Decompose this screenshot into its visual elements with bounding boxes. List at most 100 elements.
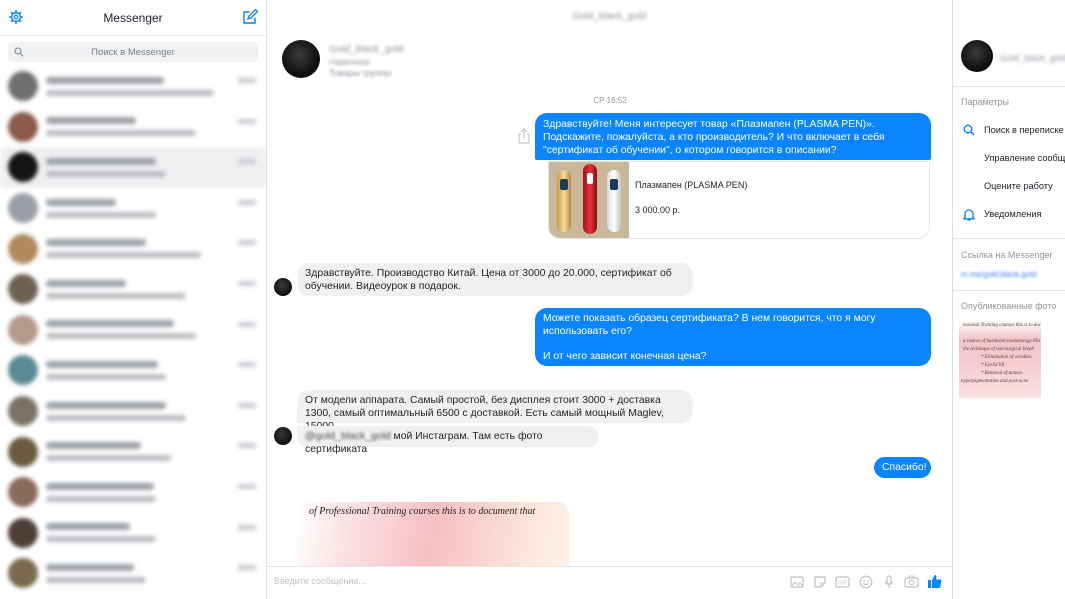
sidebar-header: Messenger	[0, 0, 266, 36]
conversation-title-bar: Gold_black_gold	[267, 0, 952, 32]
outgoing-message[interactable]: Можете показать образец сертификата? В н…	[535, 308, 931, 366]
microphone-icon[interactable]	[881, 574, 896, 589]
sidebar-search[interactable]	[8, 42, 258, 62]
like-icon[interactable]	[927, 574, 942, 589]
sticker-icon[interactable]	[812, 574, 827, 589]
photo-text-line: * Removal of tumors	[981, 371, 1023, 376]
photo-text-line: a course of hardware cosmetology Pla	[963, 339, 1040, 344]
avatar	[8, 436, 38, 467]
incoming-message[interactable]: Здравствуйте. Производство Китай. Цена о…	[297, 263, 693, 296]
conversation-item[interactable]	[0, 350, 266, 391]
details-pane: Gold_black_gold Параметры Поиск в перепи…	[952, 0, 1065, 599]
product-card[interactable]: Плазмапен (PLASMA PEN) 3 000.00 р.	[548, 161, 930, 239]
camera-icon[interactable]	[904, 574, 919, 589]
chat-header: Gold_black_gold Навичное Товары группы	[282, 40, 582, 82]
messenger-link[interactable]: m.me/gold.black.gold	[961, 270, 1037, 279]
image-attach-icon[interactable]	[789, 574, 804, 589]
details-header: Gold_black_gold	[953, 40, 1065, 80]
rate-service[interactable]: Оцените работу	[953, 175, 1065, 197]
avatar	[8, 396, 38, 427]
conversation-item[interactable]	[0, 431, 266, 472]
conversation-item[interactable]	[0, 391, 266, 432]
conversation-preview	[46, 279, 266, 299]
product-title: Плазмапен (PLASMA PEN)	[635, 180, 748, 190]
search-icon	[14, 47, 24, 57]
conversation-item[interactable]	[0, 513, 266, 554]
gif-icon[interactable]: GIF	[835, 574, 850, 589]
conversation-item[interactable]	[0, 310, 266, 351]
pen-image-red	[583, 164, 597, 234]
contact-avatar-small[interactable]	[274, 427, 292, 445]
conversation-preview	[46, 117, 266, 137]
divider	[953, 290, 1065, 291]
conversation-time	[238, 402, 256, 408]
conversation-time	[238, 362, 256, 368]
conversation-time	[238, 118, 256, 124]
search-in-conversation[interactable]: Поиск в переписке	[953, 119, 1065, 141]
message-input[interactable]	[274, 576, 574, 586]
message-text: И от чего зависит конечная цена?	[543, 351, 707, 362]
contact-avatar[interactable]	[961, 40, 993, 72]
svg-text:GIF: GIF	[838, 580, 848, 586]
conversation-item[interactable]	[0, 66, 266, 107]
avatar	[8, 477, 38, 508]
conversation-time	[238, 321, 256, 327]
menu-item-label: Управление сообщениями	[984, 153, 1065, 163]
contact-avatar[interactable]	[282, 40, 320, 78]
sidebar-title: Messenger	[103, 10, 163, 25]
message-text: Здравствуйте! Меня интересует товар «Пла…	[543, 119, 885, 156]
conversation-item[interactable]	[0, 228, 266, 269]
conversation-preview	[46, 442, 266, 462]
conversation-time	[238, 240, 256, 246]
pen-image-gold	[557, 170, 571, 232]
contact-name[interactable]: Gold_black_gold	[329, 44, 404, 55]
contact-name[interactable]: Gold_black_gold	[1000, 53, 1065, 63]
conversation-time	[238, 443, 256, 449]
photo-text-line: hyperpigmentation and post-acne	[961, 379, 1029, 384]
conversation-time	[238, 199, 256, 205]
conversation-item[interactable]	[0, 107, 266, 148]
avatar	[8, 314, 38, 345]
compose-icon[interactable]	[242, 9, 258, 25]
avatar	[8, 71, 38, 102]
instagram-handle[interactable]: @gold_black_gold	[305, 431, 391, 442]
conversation-time	[238, 159, 256, 165]
product-price: 3 000.00 р.	[635, 205, 681, 215]
conversation-preview	[46, 157, 266, 177]
conversation-sidebar: Messenger	[0, 0, 267, 599]
search-input[interactable]	[8, 46, 258, 58]
share-icon[interactable]	[517, 128, 531, 144]
conversation-item[interactable]	[0, 188, 266, 229]
menu-item-label: Оцените работу	[984, 181, 1053, 191]
gear-icon[interactable]	[9, 10, 23, 24]
contact-avatar-small[interactable]	[274, 278, 292, 296]
emoji-icon[interactable]	[858, 574, 873, 589]
conversation-item[interactable]	[0, 553, 266, 594]
conversation-preview	[46, 563, 266, 583]
avatar	[8, 233, 38, 264]
conversation-time	[238, 280, 256, 286]
avatar	[8, 111, 38, 142]
avatar	[8, 274, 38, 305]
notifications[interactable]: Уведомления	[953, 203, 1065, 225]
certificate-text: of Professional Training courses this is…	[309, 506, 536, 517]
conversation-time	[238, 78, 256, 83]
conversation-item[interactable]	[0, 269, 266, 310]
incoming-message[interactable]: @gold_black_gold мой Инстаграм. Там есть…	[297, 426, 599, 455]
photo-text-line: essional Training courses this is to doc…	[963, 323, 1041, 328]
outgoing-message[interactable]: Спасибо!	[874, 457, 931, 478]
conversation-item[interactable]	[0, 472, 266, 513]
incoming-message[interactable]: От модели аппарата. Самый простой, без д…	[297, 390, 693, 432]
photo-text-line: * Eyelid lift	[981, 363, 1005, 368]
conversation-title: Gold_black_gold	[572, 10, 647, 22]
conversation-item[interactable]	[0, 147, 266, 188]
conversation-preview	[46, 360, 266, 380]
published-photo[interactable]: essional Training courses this is to doc…	[959, 320, 1041, 398]
certificate-image[interactable]: of Professional Training courses this is…	[297, 502, 569, 568]
photo-text-line: the technique of non-surgical bleph	[963, 347, 1034, 352]
composer-actions: GIF	[789, 574, 942, 589]
conversation-time	[238, 565, 256, 571]
manage-messages[interactable]: Управление сообщениями	[953, 147, 1065, 169]
conversation-list	[0, 66, 266, 594]
outgoing-message[interactable]: Здравствуйте! Меня интересует товар «Пла…	[535, 113, 931, 160]
